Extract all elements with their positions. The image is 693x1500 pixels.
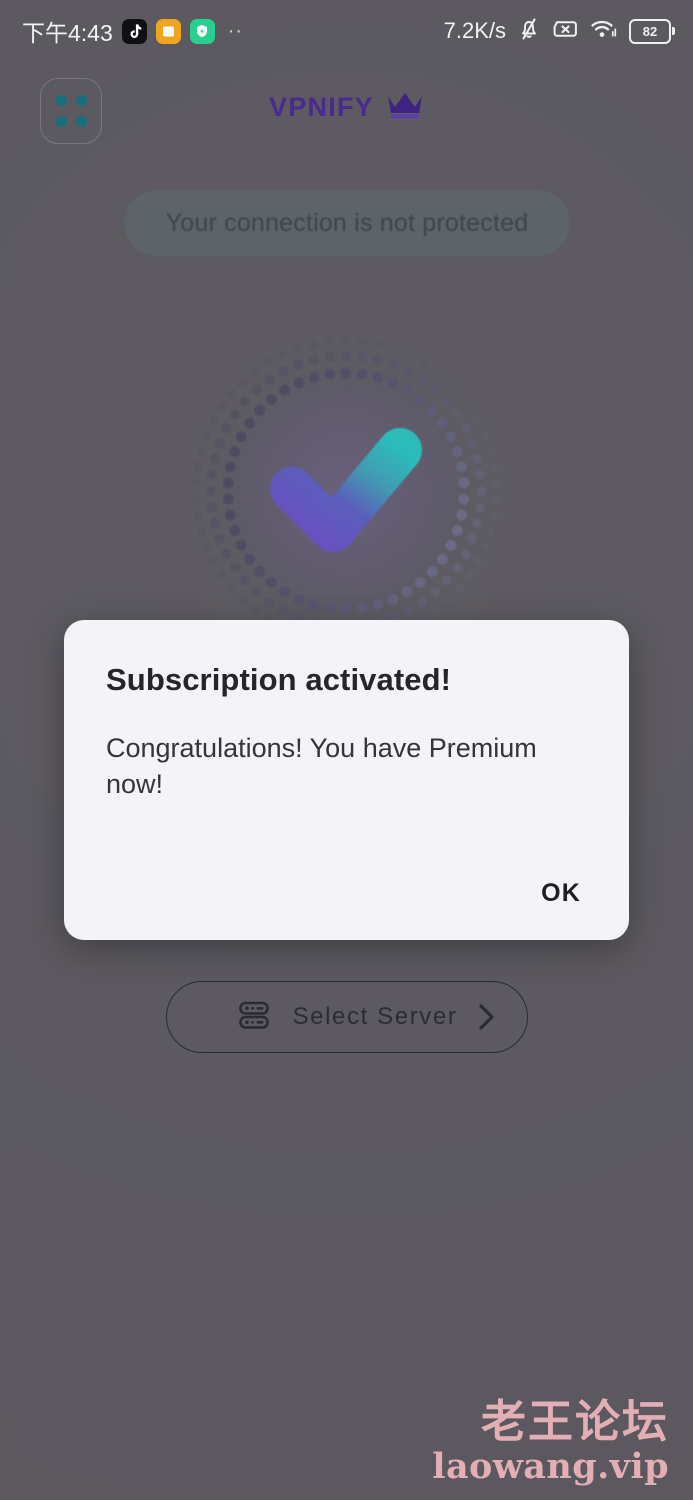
select-server-button[interactable]: Select Server (166, 981, 528, 1053)
check-mark-icon[interactable] (187, 332, 505, 650)
dialog-title: Subscription activated! (106, 662, 452, 697)
brand-title: VPNIFY (269, 92, 374, 122)
notes-app-icon (155, 18, 181, 44)
dialog-actions: OK (527, 869, 595, 918)
status-bar-left: 下午4:43 ·· (22, 14, 243, 48)
connection-status-pill: Your connection is not protected (124, 190, 570, 256)
hero-graphic (191, 336, 501, 646)
wifi-icon (590, 17, 618, 46)
watermark-title: 老王论坛 (480, 1395, 669, 1449)
crown-icon (386, 90, 424, 125)
mute-bell-icon (517, 16, 541, 47)
server-rack-icon (237, 998, 271, 1037)
phone-screen: VPNIFY Your connection is not protected (0, 0, 693, 1500)
battery-icon: 82 (629, 18, 675, 44)
watermark: 老王论坛 laowang.vip (432, 1395, 669, 1487)
status-bar: 下午4:43 ·· 7.2K/s 82 (0, 0, 693, 62)
security-app-icon (189, 18, 215, 44)
status-bar-clock: 下午4:43 (22, 20, 113, 46)
tiktok-icon (121, 18, 147, 44)
status-overflow-icon: ·· (227, 20, 244, 42)
status-bar-right: 7.2K/s 82 (443, 16, 675, 47)
brand: VPNIFY (0, 90, 693, 125)
connection-status-label: Your connection is not protected (165, 208, 529, 237)
watermark-url: laowang.vip (432, 1445, 669, 1487)
chevron-right-icon (477, 1002, 497, 1032)
app-header: VPNIFY (0, 78, 693, 146)
ok-button[interactable]: OK (527, 869, 595, 918)
battery-level-label: 82 (642, 23, 658, 39)
subscription-dialog: Subscription activated! Congratulations!… (64, 620, 629, 940)
dialog-message: Congratulations! You have Premium now! (106, 733, 537, 800)
no-sim-icon (552, 17, 579, 46)
select-server-label: Select Server (292, 1003, 458, 1030)
network-speed-label: 7.2K/s (443, 18, 506, 43)
